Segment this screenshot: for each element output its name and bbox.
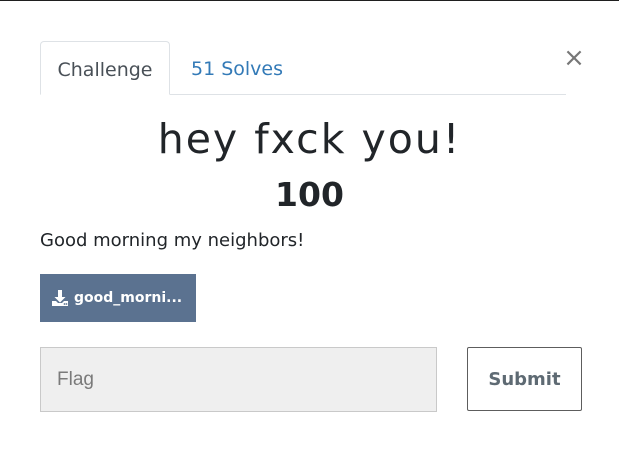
tab-solves[interactable]: 51 Solves (191, 41, 283, 93)
challenge-tabs: Challenge 51 Solves (40, 41, 566, 95)
submit-button[interactable]: Submit (467, 347, 582, 411)
challenge-modal: Challenge 51 Solves × hey fxck you! 100 … (0, 1, 619, 469)
tab-challenge[interactable]: Challenge (40, 41, 170, 95)
close-button[interactable]: × (563, 44, 585, 72)
close-icon[interactable]: × (563, 43, 585, 73)
file-name-label: good_morni... (74, 290, 183, 306)
challenge-value: 100 (275, 175, 344, 214)
challenge-name: hey fxck you! (157, 115, 462, 163)
file-download-button[interactable]: good_morni... (40, 274, 196, 322)
challenge-description: Good morning my neighbors! (40, 230, 305, 251)
flag-input[interactable] (40, 347, 437, 412)
download-icon (52, 290, 68, 306)
